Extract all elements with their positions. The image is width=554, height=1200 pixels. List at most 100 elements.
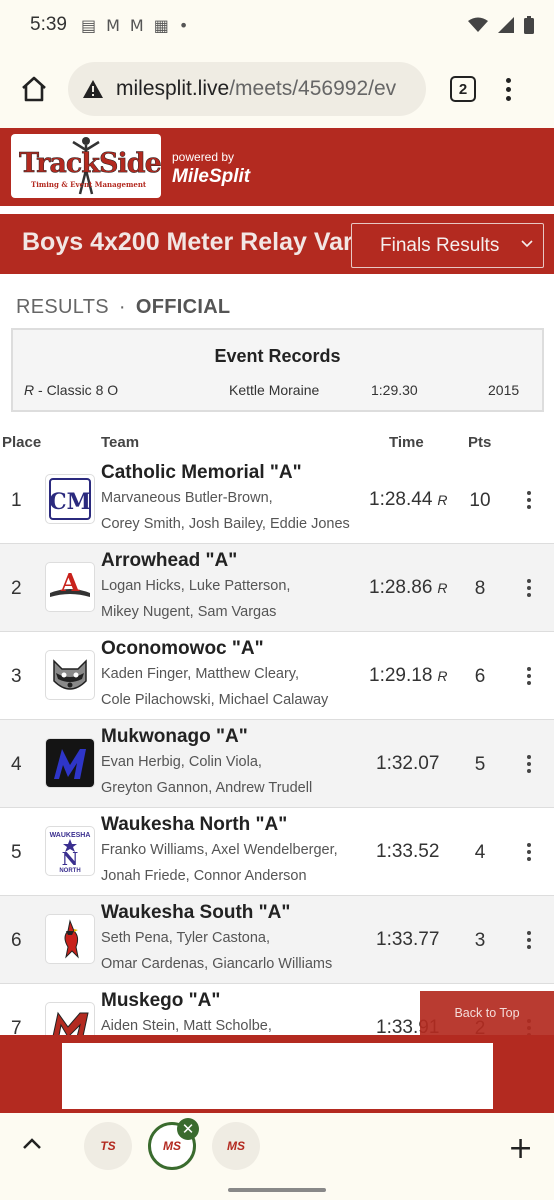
row-place: 4 [11, 754, 22, 775]
row-more-button[interactable] [527, 579, 531, 597]
team-name[interactable]: Oconomowoc "A" [101, 638, 264, 660]
results-label: RESULTS [16, 296, 109, 318]
event-bar: Boys 4x200 Meter Relay Varsity Finals Re… [0, 214, 554, 274]
time-value: 1:33.77 [376, 929, 440, 950]
athletes-line[interactable]: Kaden Finger, Matthew Cleary, [101, 666, 299, 682]
row-time: 1:33.77 [376, 929, 439, 951]
separator: · [118, 296, 126, 318]
team-name[interactable]: Mukwonago "A" [101, 726, 248, 748]
status-bar: 5:39 ▤ M M ▦ • [0, 0, 554, 50]
powered-by-label: powered by [172, 150, 235, 164]
team-logo[interactable]: CM [45, 474, 95, 524]
browser-toolbar: milesplit.live/meets/456992/ev 2 [0, 50, 554, 128]
team-logo[interactable]: A [45, 562, 95, 612]
athletes-line[interactable]: Corey Smith, Josh Bailey, Eddie Jones [101, 516, 350, 532]
athletes-line[interactable]: Seth Pena, Tyler Castona, [101, 930, 270, 946]
team-name[interactable]: Waukesha North "A" [101, 814, 287, 836]
row-more-button[interactable] [527, 843, 531, 861]
time-value: 1:28.44 [369, 489, 433, 510]
table-row[interactable]: 5 WAUKESHA N NORTH Waukesha North "A" Fran… [0, 808, 554, 896]
athletes-line[interactable]: Greyton Gannon, Andrew Trudell [101, 780, 312, 796]
chevron-up-icon[interactable] [22, 1136, 42, 1150]
table-row[interactable]: 6 Waukesha South "A" Seth Pena, Tyler Ca… [0, 896, 554, 984]
trackside-logo[interactable]: TrackSide Timing & Event Management [11, 134, 161, 198]
tab-thumbnail[interactable]: TS [84, 1122, 132, 1170]
row-time: 1:32.07 [376, 753, 439, 775]
header-pts[interactable]: Pts [468, 434, 491, 451]
time-value: 1:28.86 [369, 577, 433, 598]
svg-text:A: A [60, 568, 80, 597]
new-tab-button[interactable]: + [508, 1131, 533, 1166]
row-pts: 6 [474, 666, 486, 687]
signal-icon [498, 17, 514, 33]
record-year: 2015 [488, 382, 520, 398]
wifi-icon [468, 17, 488, 32]
time-value: 1:29.18 [369, 665, 433, 686]
home-button[interactable] [14, 69, 54, 109]
time-value: 1:33.52 [376, 841, 440, 862]
athletes-line[interactable]: Jonah Friede, Connor Anderson [101, 868, 307, 884]
record-label: - Classic 8 O [34, 382, 119, 398]
row-more-button[interactable] [527, 755, 531, 773]
url-host: milesplit.live [116, 77, 230, 100]
team-logo[interactable] [45, 914, 95, 964]
team-logo[interactable]: WAUKESHA N NORTH [45, 826, 95, 876]
waukesha-north-logo-icon: WAUKESHA NNORTH [50, 832, 91, 873]
tab-thumbnail[interactable]: MS [212, 1122, 260, 1170]
dot-icon: • [178, 15, 189, 35]
team-name[interactable]: Muskego "A" [101, 990, 220, 1012]
athletes-line[interactable]: Franko Williams, Axel Wendelberger, [101, 842, 338, 858]
table-row[interactable]: 3 Oconomowoc "A" Kaden Finger, Matthew C… [0, 632, 554, 720]
athletes-line[interactable]: Marvaneous Butler-Brown, [101, 490, 273, 506]
table-row[interactable]: 2 A Arrowhead "A" Logan Hicks, Luke Patt… [0, 544, 554, 632]
mukwonago-logo-icon [46, 739, 94, 787]
athletes-line[interactable]: Cole Pilachowski, Michael Calaway [101, 692, 328, 708]
gmail-icon: M [106, 15, 120, 35]
milesplit-logo[interactable]: MileSplit [172, 166, 250, 188]
back-to-top-button[interactable]: Back to Top [420, 991, 554, 1035]
row-time: 1:33.52 [376, 841, 439, 863]
row-pts: 3 [474, 930, 486, 951]
site-header: TrackSide Timing & Event Management powe… [0, 128, 554, 206]
row-pts: 4 [474, 842, 486, 863]
athletes-line[interactable]: Mikey Nugent, Sam Vargas [101, 604, 276, 620]
row-time: 1:29.18 R [369, 665, 448, 687]
system-icons [468, 16, 534, 34]
gesture-handle [228, 1188, 326, 1192]
athletes-line[interactable]: Evan Herbig, Colin Viola, [101, 754, 262, 770]
header-time[interactable]: Time [389, 434, 424, 451]
header-place[interactable]: Place [2, 434, 41, 451]
records-title: Event Records [214, 346, 341, 366]
team-logo[interactable] [45, 650, 95, 700]
results-type-select[interactable]: Finals Results [351, 223, 544, 268]
row-place: 3 [11, 666, 22, 687]
row-more-button[interactable] [527, 931, 531, 949]
ad-banner [0, 1035, 554, 1113]
arrowhead-logo-icon: A [50, 568, 90, 597]
team-logo[interactable] [45, 738, 95, 788]
row-time: 1:28.44 R [369, 489, 448, 511]
header-team[interactable]: Team [101, 434, 139, 451]
row-pts: 5 [474, 754, 486, 775]
address-bar[interactable]: milesplit.live/meets/456992/ev [68, 62, 426, 116]
url-path: /meets/456992/ev [229, 77, 397, 100]
athletes-line[interactable]: Omar Cardenas, Giancarlo Williams [101, 956, 332, 972]
table-row[interactable]: 4 Mukwonago "A" Evan Herbig, Colin Viola… [0, 720, 554, 808]
divider [0, 206, 554, 214]
row-more-button[interactable] [527, 491, 531, 509]
tab-switcher-button[interactable]: 2 [450, 76, 476, 102]
table-row[interactable]: 1 CM Catholic Memorial "A" Marvaneous Bu… [0, 456, 554, 544]
athletes-line[interactable]: Logan Hicks, Luke Patterson, [101, 578, 290, 594]
close-tab-icon[interactable]: ✕ [177, 1118, 199, 1140]
ad-slot[interactable] [62, 1043, 493, 1109]
athletes-line[interactable]: Aiden Stein, Matt Scholbe, [101, 1018, 272, 1034]
status-time: 5:39 [30, 14, 67, 35]
team-name[interactable]: Arrowhead "A" [101, 550, 237, 572]
results-table: 1 CM Catholic Memorial "A" Marvaneous Bu… [0, 456, 554, 1072]
svg-text:N: N [62, 849, 78, 870]
row-pts: 10 [469, 490, 491, 511]
row-more-button[interactable] [527, 667, 531, 685]
browser-menu-button[interactable] [506, 77, 511, 101]
team-name[interactable]: Waukesha South "A" [101, 902, 290, 924]
team-name[interactable]: Catholic Memorial "A" [101, 462, 302, 484]
